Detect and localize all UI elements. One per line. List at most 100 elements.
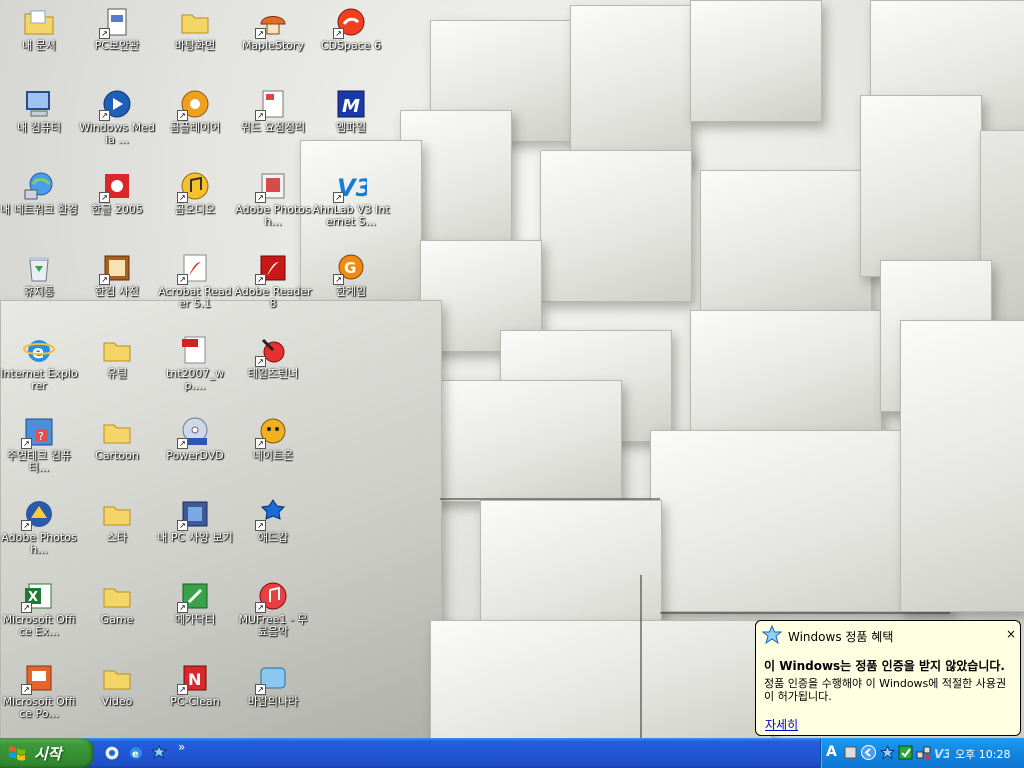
folder-icon	[103, 506, 131, 526]
icon-label: AhnLab V3 Internet S...	[312, 203, 390, 228]
desktop-icon-powerpoint[interactable]: ↗ Microsoft Office Po...	[0, 660, 78, 738]
shortcut-arrow-icon: ↗	[255, 602, 266, 613]
icon-label: 한글 2005	[91, 203, 143, 216]
start-label: 시작	[34, 745, 62, 763]
icon-label: 주연테크 컴퓨터...	[6, 449, 72, 474]
desktop-icon-pc-guard[interactable]: ↗ PC보안관	[78, 4, 156, 82]
desktop-icon-gom-player[interactable]: ↗ 곰플레이어	[156, 86, 234, 164]
desktop-icon-baram[interactable]: ↗ 바람의나라	[234, 660, 312, 738]
shortcut-arrow-icon: ↗	[177, 110, 188, 121]
icon-label: Adobe Photosh...	[235, 203, 311, 228]
internet-explorer-icon: e	[23, 340, 55, 363]
shortcut-arrow-icon: ↗	[177, 602, 188, 613]
desktop-icon-pc-clean[interactable]: N ↗ PC-Clean	[156, 660, 234, 738]
shortcut-arrow-icon: ↗	[255, 684, 266, 695]
desktop-icon-word-note[interactable]: ↗ 워드 요점정리	[234, 86, 312, 164]
messenger-icon[interactable]	[151, 745, 167, 761]
desktop-icon-acrobat[interactable]: ↗ Acrobat Reader 5.1	[156, 250, 234, 328]
icon-label: 곰오디오	[174, 203, 216, 216]
icon-label: 애드캅	[257, 531, 289, 544]
icon-label: 내 문서	[22, 39, 56, 52]
desktop-icon-my-computer[interactable]: 내 컴퓨터	[0, 86, 78, 164]
system-tray: A V3 오후 10:28	[820, 738, 1024, 768]
show-desktop-icon[interactable]	[104, 745, 120, 761]
icon-label: 스타	[106, 531, 128, 544]
desktop-icon-pdf-file[interactable]: tnt2007_wp....	[156, 332, 234, 410]
desktop-icon-folder-game[interactable]: Game	[78, 578, 156, 656]
icon-label: MapleStory	[241, 39, 305, 52]
antivirus-icon[interactable]: V3	[934, 745, 949, 760]
balloon-more-link[interactable]: 자세히	[765, 716, 798, 733]
icon-label: tnt2007_wp....	[165, 367, 225, 392]
quick-launch-more[interactable]: »	[178, 740, 185, 754]
desktop-icon-folder-util[interactable]: 유틸	[78, 332, 156, 410]
desktop-icon-hangul[interactable]: ↗ 한글 2005	[78, 168, 156, 246]
activation-star-icon	[762, 625, 782, 645]
shortcut-arrow-icon: ↗	[99, 192, 110, 203]
network-icon[interactable]	[916, 745, 931, 760]
desktop-icon-folder-star[interactable]: 스타	[78, 496, 156, 574]
desktop-icon-maplestory[interactable]: ↗ MapleStory	[234, 4, 312, 82]
folder-icon	[181, 14, 209, 34]
icon-label: Acrobat Reader 5.1	[158, 285, 232, 310]
desktop-icon-adobe-reader[interactable]: ↗ Adobe Reader 8	[234, 250, 312, 328]
balloon-close-button[interactable]: ×	[1006, 627, 1016, 641]
recycle-bin-icon	[29, 257, 49, 282]
desktop-icon-excel[interactable]: X ↗ Microsoft Office Ex...	[0, 578, 78, 656]
pdf-file-icon	[182, 336, 206, 364]
shortcut-arrow-icon: ↗	[255, 438, 266, 449]
desktop-icon-photoshop[interactable]: ↗ Adobe Photosh...	[0, 496, 78, 574]
shortcut-arrow-icon: ↗	[177, 520, 188, 531]
shortcut-arrow-icon: ↗	[255, 28, 266, 39]
input-method-icon[interactable]	[843, 745, 858, 760]
shortcut-arrow-icon: ↗	[255, 192, 266, 203]
desktop-icon-photoshop-2[interactable]: ↗ Adobe Photosh...	[234, 168, 312, 246]
desktop-icon-gom-audio[interactable]: ↗ 곰오디오	[156, 168, 234, 246]
desktop-icon-folder-cartoon[interactable]: Cartoon	[78, 414, 156, 492]
activation-balloon: Windows 정품 혜택 × 이 Windows는 정품 인증을 받지 않았습…	[755, 620, 1021, 736]
desktop-icon-cdspace[interactable]: ↗ CDSpace 6	[312, 4, 390, 82]
icon-label: 한게임	[335, 285, 367, 298]
desktop-icon-recycle-bin[interactable]: 휴지통	[0, 250, 78, 328]
desktop-icon-mega-doctor[interactable]: ↗ 메가닥터	[156, 578, 234, 656]
desktop-icon-mufree[interactable]: ↗ MUFree1 - 무료음악	[234, 578, 312, 656]
icon-label: MUFree1 - 무료음악	[238, 613, 308, 638]
security-check-icon[interactable]	[898, 745, 913, 760]
svg-text:e: e	[132, 749, 139, 760]
shortcut-arrow-icon: ↗	[21, 602, 32, 613]
shortcut-arrow-icon: ↗	[255, 520, 266, 531]
shortcut-arrow-icon: ↗	[99, 110, 110, 121]
desktop-icon-adcop[interactable]: ↗ 애드캅	[234, 496, 312, 574]
activation-star-icon[interactable]	[880, 745, 895, 760]
start-button[interactable]: 시작	[0, 738, 94, 768]
shortcut-arrow-icon: ↗	[21, 438, 32, 449]
desktop-icon-folder-video[interactable]: Video	[78, 660, 156, 738]
svg-text:?: ?	[38, 430, 44, 443]
internet-explorer-icon[interactable]: e	[128, 745, 144, 761]
desktop-icon-dictionary[interactable]: ↗ 한컴 사전	[78, 250, 156, 328]
folder-icon	[103, 424, 131, 444]
language-icon[interactable]: A	[826, 744, 837, 760]
desktop-icon-internet-explorer[interactable]: e Internet Explorer	[0, 332, 78, 410]
desktop-icon-nateon[interactable]: ↗ 네이트온	[234, 414, 312, 492]
icon-label: 테일즈런너	[247, 367, 299, 380]
tray-chevron-icon[interactable]	[861, 745, 876, 760]
desktop-icon-powerdvd[interactable]: ↗ PowerDVD	[156, 414, 234, 492]
desktop-icon-hangame[interactable]: G ↗ 한게임	[312, 250, 390, 328]
desktop-icon-mfile[interactable]: M 엠파일	[312, 86, 390, 164]
desktop-icon-folder-desktop[interactable]: 바탕화면	[156, 4, 234, 82]
desktop-icon-v3[interactable]: V3 ↗ AhnLab V3 Internet S...	[312, 168, 390, 246]
desktop-icon-help[interactable]: ? ↗ 주연테크 컴퓨터...	[0, 414, 78, 492]
desktop-icon-talesrunner[interactable]: ↗ 테일즈런너	[234, 332, 312, 410]
desktop-icon-media-player[interactable]: ↗ Windows Media ...	[78, 86, 156, 164]
desktop-icon-network-places[interactable]: 내 네트워크 환경	[0, 168, 78, 246]
icon-label: 휴지통	[23, 285, 55, 298]
desktop-icon-pc-spec[interactable]: ↗ 내 PC 사양 보기	[156, 496, 234, 574]
clock[interactable]: 오후 10:28	[955, 746, 1010, 762]
icon-label: 내 PC 사양 보기	[157, 531, 233, 544]
documents-folder-icon	[24, 10, 54, 35]
desktop-icon-my-documents[interactable]: 내 문서	[0, 4, 78, 82]
shortcut-arrow-icon: ↗	[255, 356, 266, 367]
icon-label: PC-Clean	[170, 695, 220, 708]
icon-label: Windows Media ...	[79, 121, 155, 146]
